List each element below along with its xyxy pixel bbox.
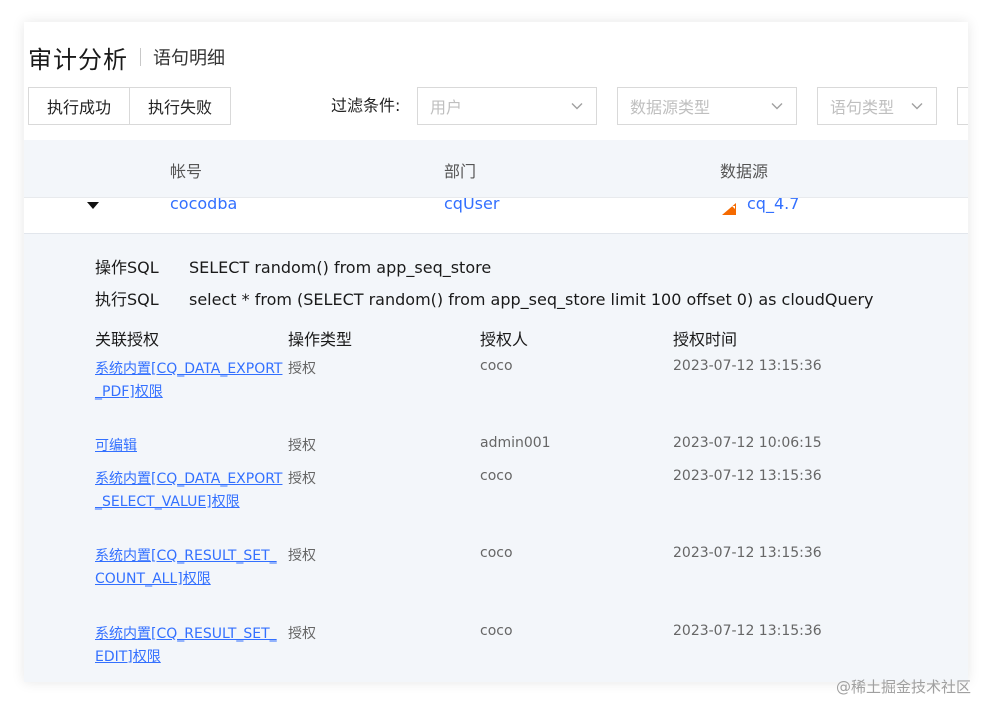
op-type-cell: 授权 <box>288 471 316 487</box>
op-type-cell: 授权 <box>288 361 316 377</box>
filter-label: 过滤条件: <box>331 96 401 115</box>
permission-link[interactable]: 系统内置[CQ_DATA_EXPORT_PDF]权限 <box>95 358 285 403</box>
grantor-cell: admin001 <box>480 435 551 451</box>
watermark-text: @稀土掘金技术社区 <box>835 678 971 696</box>
sub-column-grantor: 授权人 <box>480 330 529 349</box>
user-select-placeholder: 用户 <box>430 98 463 117</box>
title-divider <box>140 48 141 66</box>
execution-sql-label: 执行SQL <box>95 290 159 309</box>
operation-sql-line: 操作SQL SELECT random() from app_seq_store <box>95 254 491 278</box>
audit-panel: 审计分析 语句明细 执行成功 执行失败 过滤条件: 用户 数据源类型 语句类型 … <box>24 22 968 682</box>
sub-column-op-type: 操作类型 <box>288 330 353 349</box>
chevron-down-icon <box>770 99 784 113</box>
permission-link[interactable]: 系统内置[CQ_DATA_EXPORT_SELECT_VALUE]权限 <box>95 468 285 513</box>
page-subtitle: 语句明细 <box>153 48 225 69</box>
sub-column-time: 授权时间 <box>673 330 738 349</box>
chevron-down-icon <box>570 99 584 113</box>
statement-type-select[interactable]: 语句类型 <box>817 87 937 125</box>
datasource-cell[interactable]: cq_4.7 <box>747 198 799 213</box>
time-cell: 2023-07-12 13:15:36 <box>673 468 822 484</box>
grantor-cell: coco <box>480 468 513 484</box>
operation-sql-label: 操作SQL <box>95 258 159 277</box>
time-cell: 2023-07-12 13:15:36 <box>673 358 822 374</box>
collapse-caret-icon[interactable] <box>86 198 100 214</box>
execution-sql-value: select * from (SELECT random() from app_… <box>189 290 874 309</box>
status-toggle-group: 执行成功 执行失败 <box>28 87 232 125</box>
datasource-type-select[interactable]: 数据源类型 <box>617 87 797 125</box>
expanded-row-detail: 操作SQL SELECT random() from app_seq_store … <box>24 233 968 682</box>
op-type-cell: 授权 <box>288 548 316 564</box>
column-header-datasource: 数据源 <box>720 162 769 181</box>
table-header: 帐号 部门 数据源 <box>24 140 968 197</box>
op-type-cell: 授权 <box>288 626 316 642</box>
column-header-account: 帐号 <box>170 162 203 181</box>
operation-sql-value: SELECT random() from app_seq_store <box>189 258 492 277</box>
datasource-type-placeholder: 数据源类型 <box>630 98 711 117</box>
column-header-department: 部门 <box>444 162 477 181</box>
op-type-cell: 授权 <box>288 438 316 454</box>
extra-filter-select[interactable] <box>957 87 968 125</box>
grantor-cell: coco <box>480 545 513 561</box>
account-cell[interactable]: cocodba <box>170 198 237 213</box>
permission-link[interactable]: 系统内置[CQ_RESULT_SET_EDIT]权限 <box>95 623 285 668</box>
table-row[interactable]: cocodba cqUser cq_4.7 <box>24 197 968 234</box>
department-cell[interactable]: cqUser <box>444 198 499 213</box>
grantor-cell: coco <box>480 623 513 639</box>
permission-link[interactable]: 可编辑 <box>95 435 285 458</box>
page-header: 审计分析 语句明细 <box>28 40 225 74</box>
time-cell: 2023-07-12 10:06:15 <box>673 435 822 451</box>
execution-sql-line: 执行SQL select * from (SELECT random() from… <box>95 286 874 310</box>
permission-link[interactable]: 系统内置[CQ_RESULT_SET_COUNT_ALL]权限 <box>95 545 285 590</box>
page-title: 审计分析 <box>28 45 128 74</box>
failure-button[interactable]: 执行失败 <box>130 87 232 125</box>
time-cell: 2023-07-12 13:15:36 <box>673 545 822 561</box>
statement-type-placeholder: 语句类型 <box>830 98 895 117</box>
sub-column-permission: 关联授权 <box>95 330 160 349</box>
success-button[interactable]: 执行成功 <box>28 87 131 125</box>
datasource-icon <box>720 200 736 215</box>
time-cell: 2023-07-12 13:15:36 <box>673 623 822 639</box>
user-select[interactable]: 用户 <box>417 87 597 125</box>
grantor-cell: coco <box>480 358 513 374</box>
chevron-down-icon <box>910 99 924 113</box>
